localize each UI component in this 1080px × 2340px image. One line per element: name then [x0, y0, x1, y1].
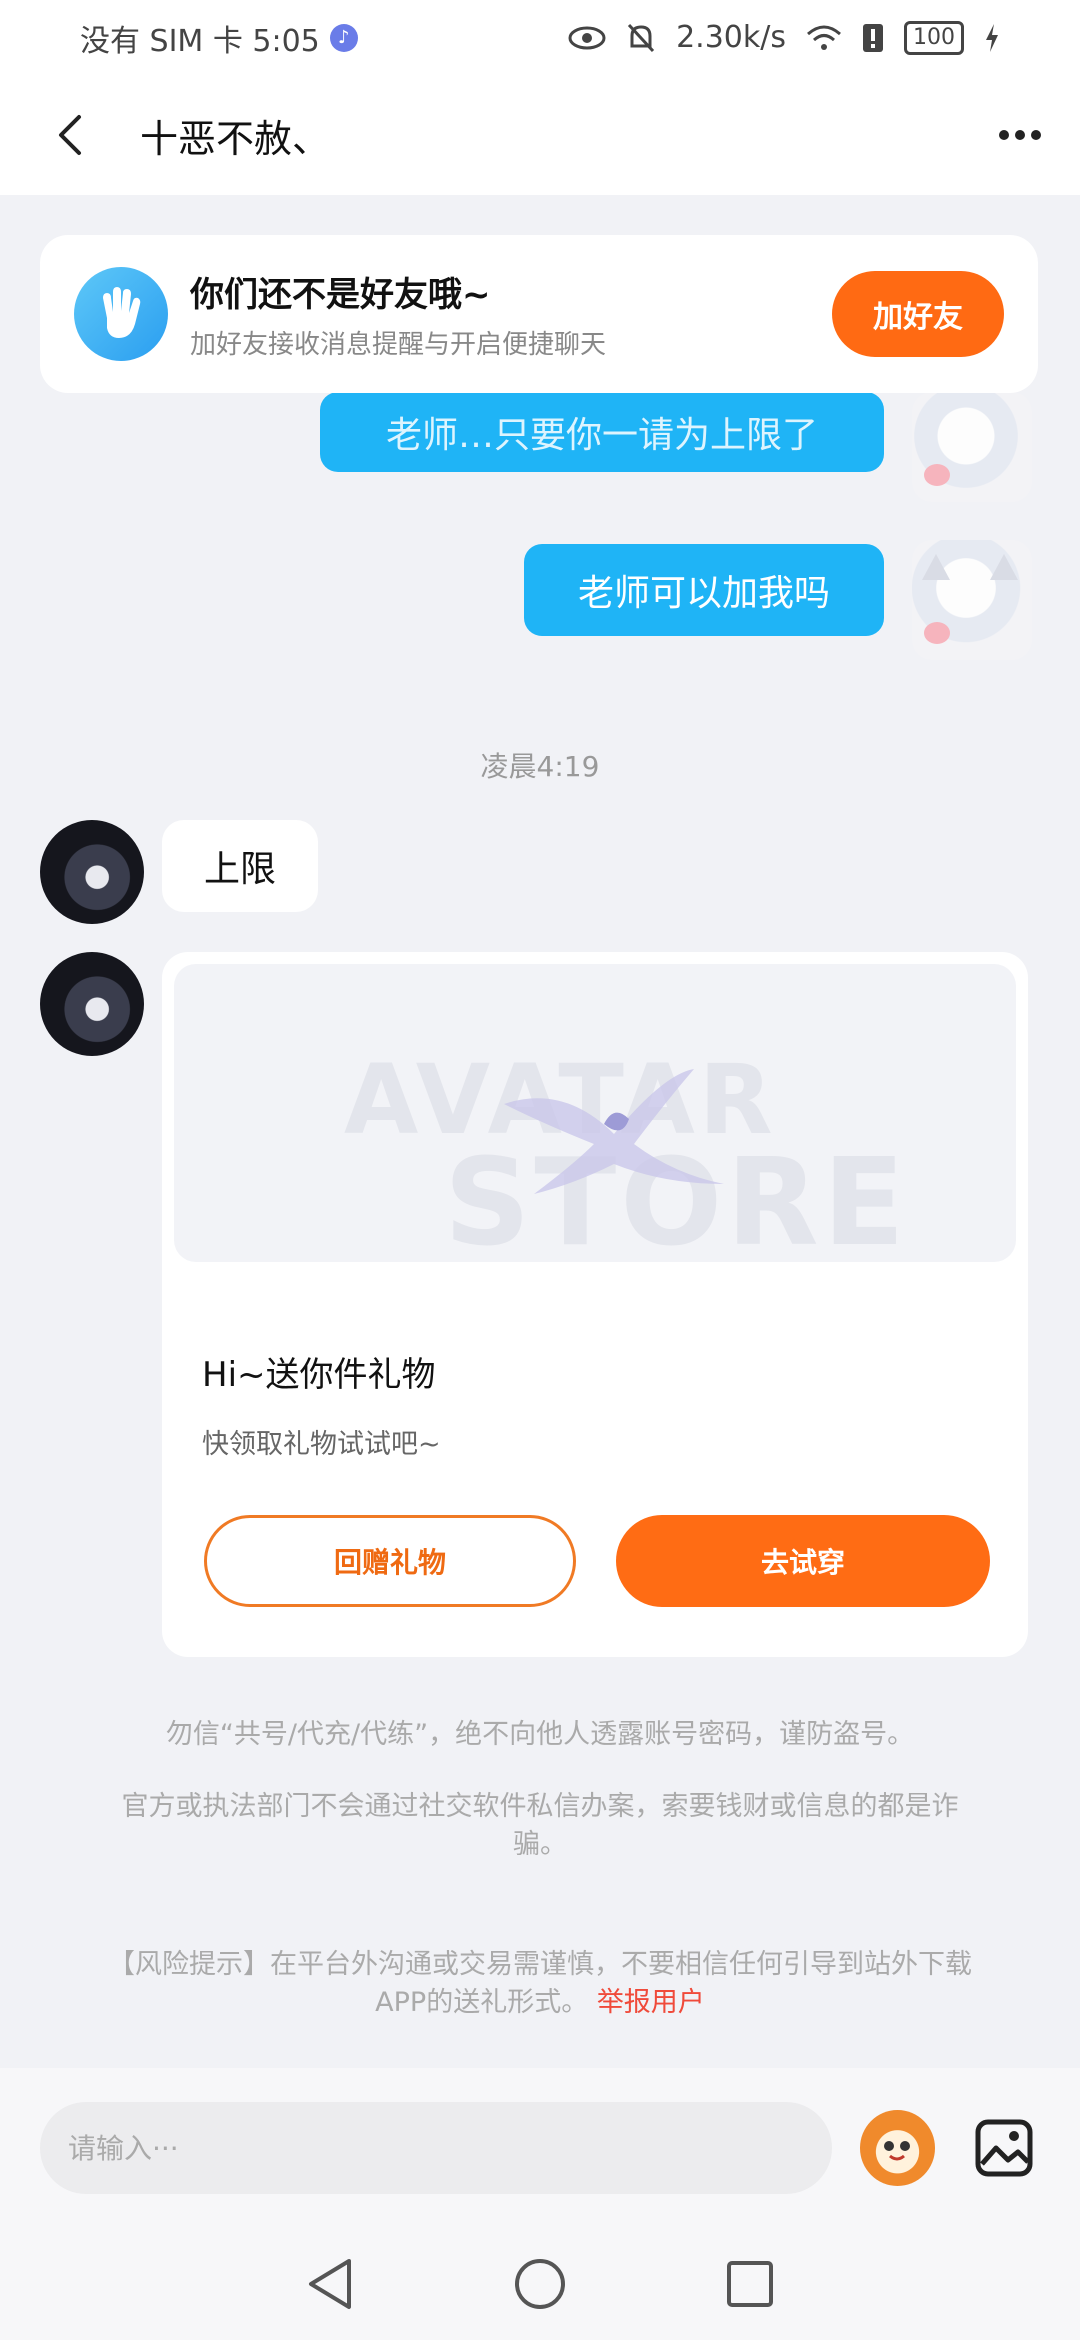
chat-title: 十恶不赦、 [140, 116, 331, 161]
carrier-time: 没有 SIM 卡 5:05 [80, 23, 320, 59]
message-timestamp: 凌晨4:19 [480, 750, 600, 783]
gift-title: Hi~送你件礼物 [202, 1355, 436, 1395]
alert-icon [863, 23, 883, 52]
bolt-icon [986, 23, 998, 52]
music-note-icon: ♪ [329, 23, 358, 52]
chat-header: 十恶不赦、 [0, 75, 1080, 195]
avatar-ear [922, 554, 950, 580]
add-friend-button[interactable]: 加好友 [832, 271, 1004, 357]
more-dot [1015, 130, 1025, 140]
friend-banner-subtitle: 加好友接收消息提醒与开启便捷聊天 [190, 330, 607, 360]
more-dots-icon [999, 130, 1009, 140]
nav-back-icon[interactable] [295, 2249, 365, 2319]
input-bar [0, 2068, 1080, 2228]
eye-icon [568, 26, 606, 49]
back-button[interactable] [0, 75, 140, 195]
avatar[interactable] [912, 540, 1032, 660]
message-bubble-incoming[interactable]: 上限 [162, 820, 318, 912]
try-on-button[interactable]: 去试穿 [616, 1515, 990, 1607]
more-options-button[interactable] [960, 75, 1080, 195]
avatar[interactable] [40, 952, 144, 1056]
avatar-ear [990, 554, 1018, 580]
risk-notice: 【风险提示】在平台外沟通或交易需谨慎，不要相信任何引导到站外下载APP的送礼形式… [95, 1946, 985, 2022]
friend-text: 你们还不是好友哦~ 加好友接收消息提醒与开启便捷聊天 [190, 267, 606, 361]
bell-off-icon [627, 23, 655, 52]
net-speed: 2.30k/s [676, 20, 786, 55]
message-text: 上限 [203, 849, 276, 890]
emoji-mascot-icon[interactable] [859, 2110, 935, 2186]
battery-indicator: 100 [904, 20, 964, 55]
message-bubble-outgoing[interactable]: 老师…只要你一请为上限了 [320, 392, 884, 472]
status-bar: 没有 SIM 卡 5:05 ♪ 2.30k/s 100 [0, 0, 1080, 75]
nav-home-icon[interactable] [505, 2249, 575, 2319]
status-left: 没有 SIM 卡 5:05 ♪ [80, 16, 358, 60]
friend-banner-title: 你们还不是好友哦~ [190, 275, 491, 315]
avatar[interactable] [912, 392, 1032, 502]
bird-image [504, 1069, 724, 1194]
friend-request-banner: 你们还不是好友哦~ 加好友接收消息提醒与开启便捷聊天 加好友 [40, 235, 1038, 393]
nav-recents-icon[interactable] [715, 2249, 785, 2319]
more-dot [1031, 130, 1041, 140]
message-input[interactable] [40, 2102, 832, 2194]
message-text: 老师可以加我吗 [577, 573, 830, 614]
wifi-icon [807, 25, 841, 50]
gift-subtitle: 快领取礼物试试吧~ [202, 1429, 441, 1460]
return-gift-button[interactable]: 回赠礼物 [204, 1515, 576, 1607]
message-bubble-outgoing[interactable]: 老师可以加我吗 [524, 544, 884, 636]
fraud-notice: 官方或执法部门不会通过社交软件私信办案，索要钱财或信息的都是诈骗。 [121, 1791, 959, 1860]
message-text: 老师…只要你一请为上限了 [385, 415, 818, 456]
gift-image: AVATAR STORE [174, 964, 1016, 1262]
system-nav-bar [0, 2228, 1080, 2340]
avatar-paw [924, 622, 950, 644]
image-icon[interactable] [969, 2112, 1040, 2184]
status-right: 2.30k/s 100 [568, 20, 1000, 55]
avatar-paw [924, 464, 950, 486]
chevron-left-icon [59, 115, 81, 155]
avatar[interactable] [40, 820, 144, 924]
report-user-link[interactable]: 举报用户 [597, 1987, 705, 2018]
risk-notice-text: 【风险提示】在平台外沟通或交易需谨慎，不要相信任何引导到站外下载APP的送礼形式… [108, 1949, 972, 2018]
security-notice: 勿信“共号/代充/代练”，绝不向他人透露账号密码，谨防盗号。 [165, 1719, 915, 1750]
hand-wave-icon [74, 267, 168, 361]
gift-card[interactable]: AVATAR STORE Hi~送你件礼物 快领取礼物试试吧~ 回赠礼物 去试穿 [162, 952, 1028, 1657]
